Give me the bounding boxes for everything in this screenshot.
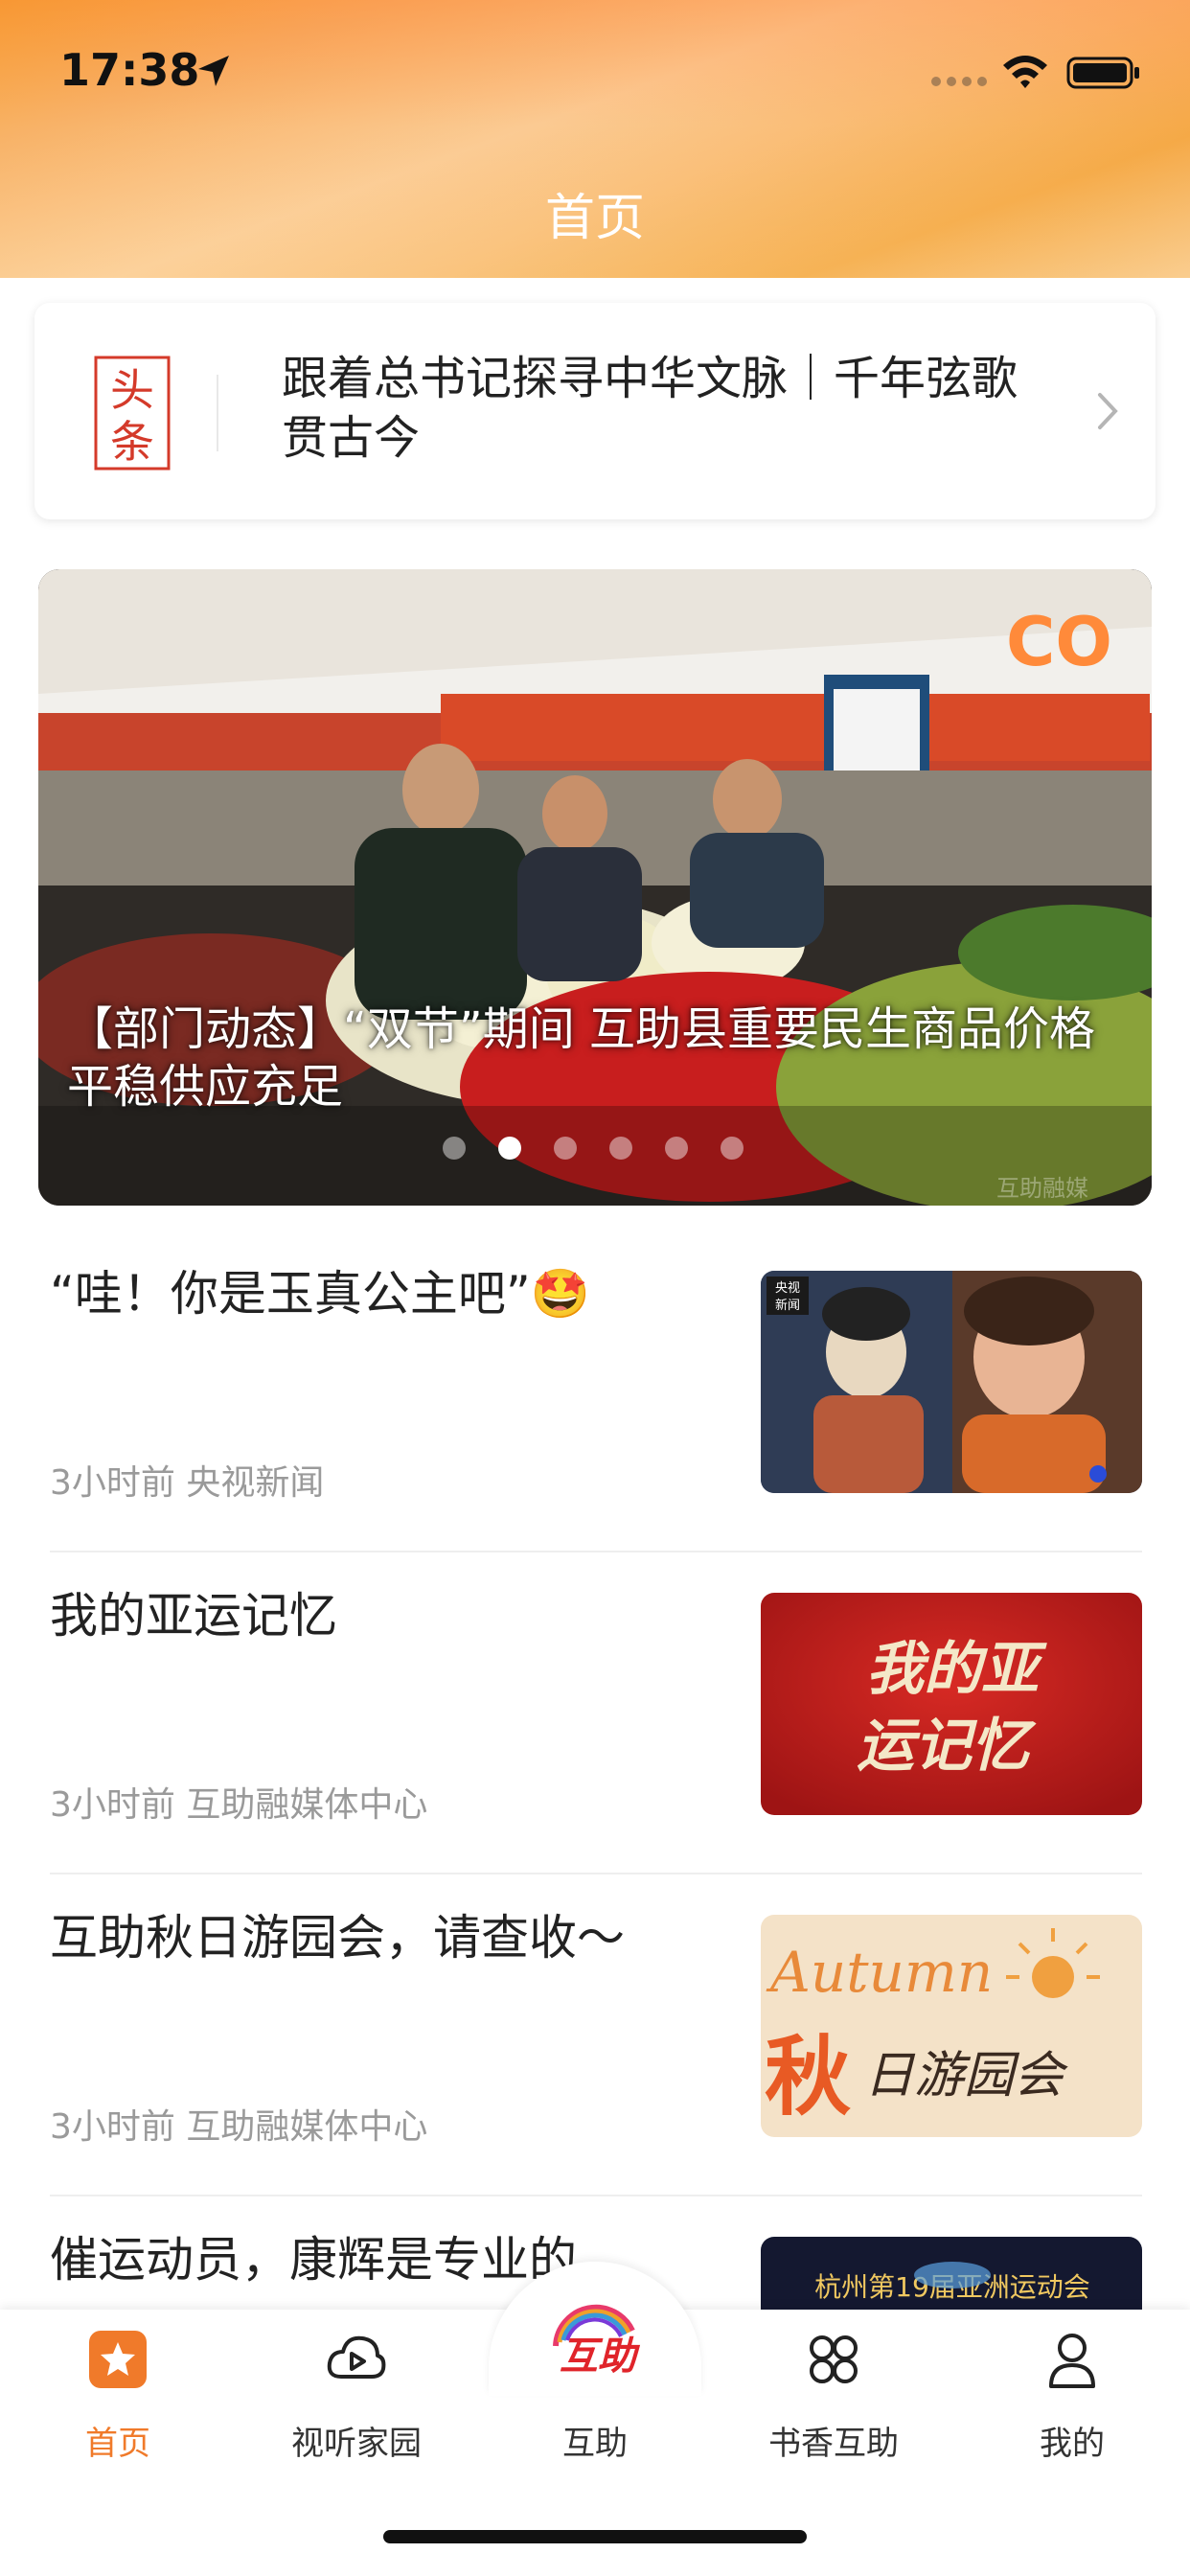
carousel-dot[interactable] — [721, 1137, 744, 1160]
news-separator — [50, 1873, 1142, 1874]
play-cloud-icon — [327, 2335, 386, 2379]
svg-text:新闻: 新闻 — [775, 1298, 800, 1313]
tab-home[interactable]: 首页 — [22, 2319, 214, 2463]
tab-label: 书香互助 — [768, 2425, 899, 2463]
page-title: 首页 — [544, 190, 645, 247]
signal-dots-icon — [931, 77, 987, 86]
news-separator — [50, 1551, 1142, 1552]
news-item[interactable]: “哇！你是玉真公主吧”🤩 3小时前 央视新闻 央视 新闻 — [50, 1263, 1142, 1584]
news-meta: 3小时前 央视新闻 — [50, 1463, 325, 1503]
tab-label: 互助 — [562, 2425, 628, 2463]
location-arrow-icon — [198, 56, 229, 86]
tab-profile[interactable]: 我的 — [976, 2319, 1168, 2463]
tab-audio-visual[interactable]: 视听家园 — [261, 2319, 452, 2463]
huzhu-logo[interactable]: 互助 — [537, 2288, 653, 2384]
carousel-dot[interactable] — [443, 1137, 466, 1160]
news-title[interactable]: “哇！你是玉真公主吧”🤩 — [50, 1263, 721, 1324]
logo-char-2: 条 — [110, 416, 154, 468]
thumb-text-line1: 我的亚 — [866, 1636, 1047, 1703]
banner-carousel[interactable]: CO 【部门动态】“双节”期间 互助县重要民生商品价格平稳供应充足 互助融媒 — [38, 569, 1152, 1206]
wifi-icon — [1003, 56, 1047, 88]
svg-text:央视: 央视 — [775, 1281, 800, 1296]
watermark-text: 互助融媒 — [996, 1175, 1088, 1202]
headline-text[interactable]: 跟着总书记探寻中华文脉｜千年弦歌贯古今 — [282, 349, 1048, 468]
news-thumbnail: 我的亚 运记忆 — [761, 1593, 1142, 1815]
carousel-dot-active[interactable] — [498, 1137, 521, 1160]
star-icon — [89, 2331, 147, 2388]
banner-watermark: 互助融媒 — [996, 1175, 1088, 1202]
carousel-dot[interactable] — [665, 1137, 688, 1160]
carousel-dot[interactable] — [554, 1137, 577, 1160]
home-indicator[interactable] — [383, 2530, 807, 2543]
status-bar: 17:38 — [0, 0, 1190, 144]
thumb-text-rest: 日游园会 — [864, 2047, 1068, 2104]
thumb-text-line2: 运记忆 — [857, 1713, 1037, 1780]
banner-caption[interactable]: 【部门动态】“双节”期间 互助县重要民生商品价格平稳供应充足 — [67, 1000, 1131, 1116]
status-time: 17:38 — [59, 44, 200, 96]
news-item[interactable]: 我的亚运记忆 3小时前 互助融媒体中心 我的亚 运记忆 — [50, 1585, 1142, 1906]
toutiao-logo: 头 条 — [94, 356, 171, 471]
carousel-dot[interactable] — [609, 1137, 632, 1160]
news-item[interactable]: 互助秋日游园会，请查收～ 3小时前 互助融媒体中心 Autumn 秋 日游园会 — [50, 1907, 1142, 2228]
huzhu-logo-text: 互助 — [560, 2334, 641, 2379]
user-icon — [1049, 2334, 1095, 2388]
battery-icon — [1066, 57, 1139, 89]
news-thumbnail: 央视 新闻 — [761, 1271, 1142, 1493]
news-meta: 3小时前 互助融媒体中心 — [50, 2107, 428, 2147]
grid-icon — [810, 2335, 858, 2383]
news-separator — [50, 2195, 1142, 2196]
chevron-right-icon — [1098, 393, 1118, 429]
thumb-text-autumn: Autumn — [766, 1940, 993, 2005]
thumb-text-qiu: 秋 — [765, 2027, 851, 2128]
headline-divider — [217, 375, 218, 451]
svg-text:CO: CO — [1006, 603, 1112, 681]
tab-label: 首页 — [85, 2425, 150, 2463]
tab-reading[interactable]: 书香互助 — [738, 2319, 929, 2463]
headline-card[interactable]: 头 条 跟着总书记探寻中华文脉｜千年弦歌贯古今 — [34, 303, 1156, 519]
news-title[interactable]: 互助秋日游园会，请查收～ — [50, 1907, 721, 1968]
news-title[interactable]: 我的亚运记忆 — [50, 1585, 721, 1646]
tab-label: 视听家园 — [291, 2425, 422, 2463]
tab-label: 我的 — [1040, 2425, 1105, 2463]
logo-char-1: 头 — [110, 364, 154, 416]
news-thumbnail: Autumn 秋 日游园会 — [761, 1915, 1142, 2137]
news-meta: 3小时前 互助融媒体中心 — [50, 1785, 428, 1825]
